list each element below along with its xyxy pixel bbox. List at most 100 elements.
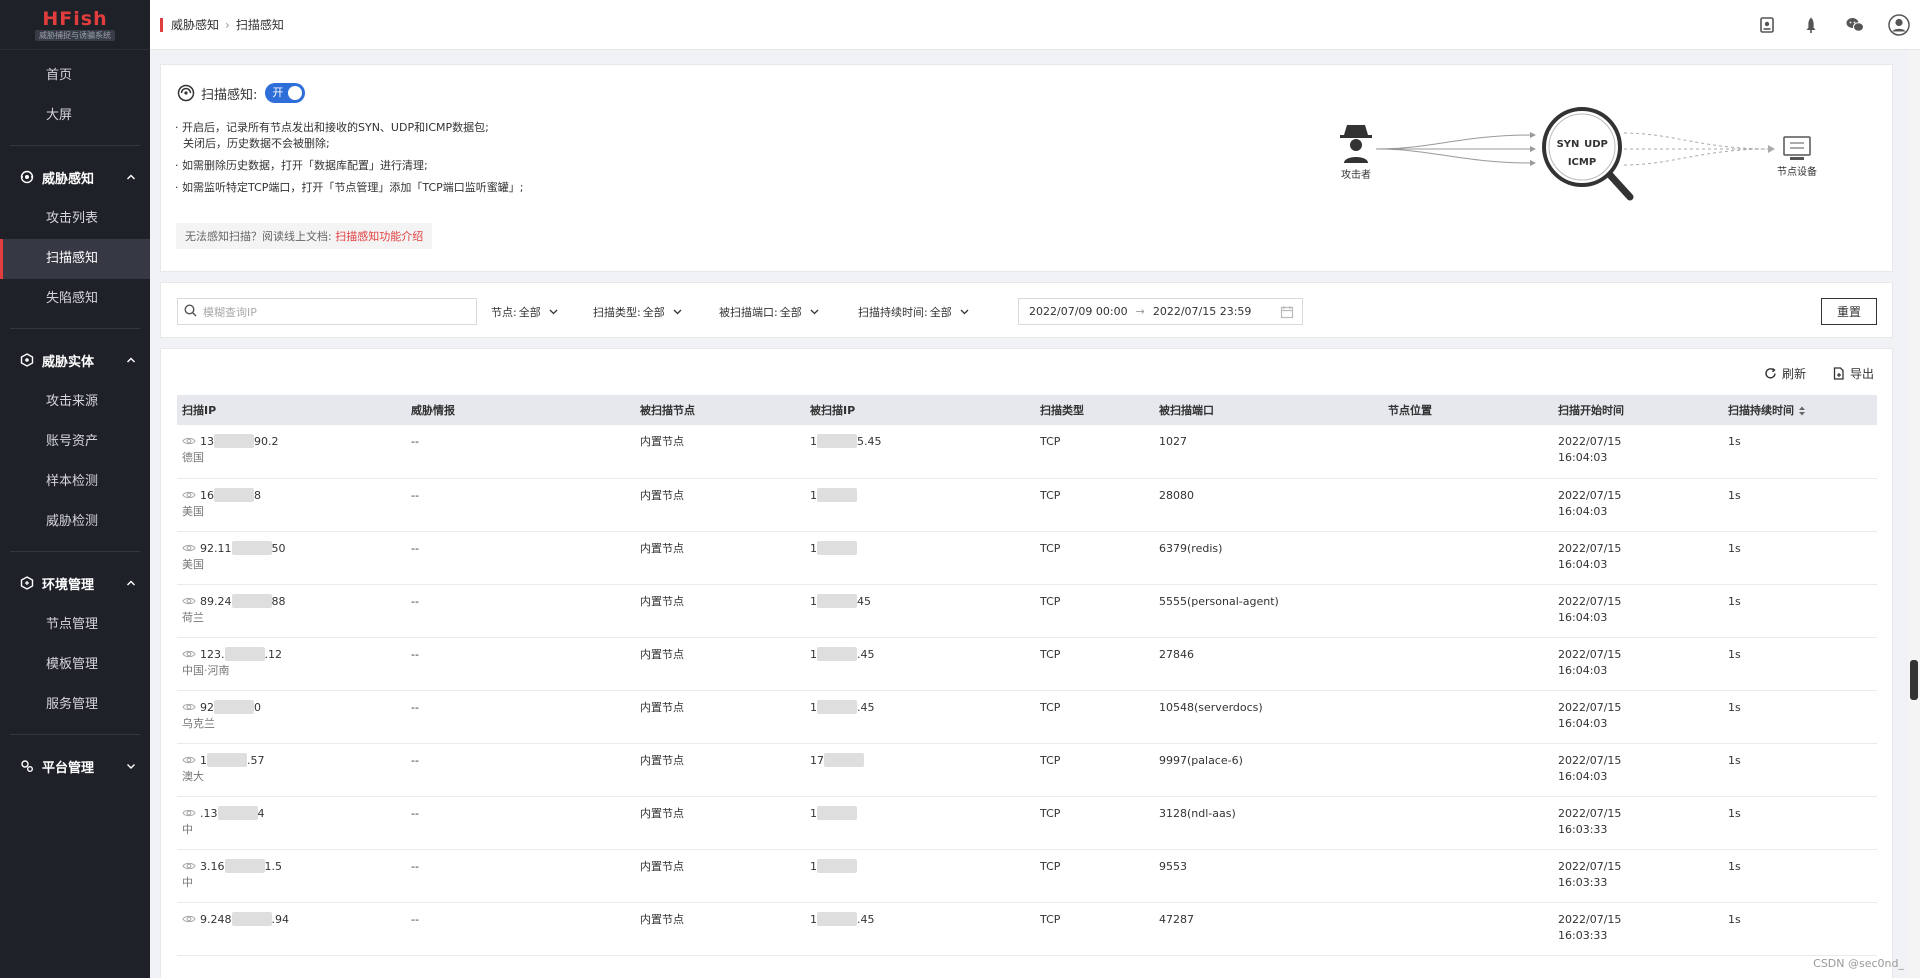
sidebar-item-threat-detection[interactable]: 威胁检测 xyxy=(0,502,150,542)
scan-ip-prefix[interactable]: 13 xyxy=(200,435,214,448)
cell-scanned-ip: 1.45 xyxy=(805,637,1035,690)
sidebar-item-bigscreen[interactable]: 大屏 xyxy=(0,96,150,136)
table-row[interactable]: 13 90.2 德国 -- 内置节点 1 5.45 TCP 1027 2022/07/15 16:0… xyxy=(177,425,1877,478)
scan-ip-prefix[interactable]: 89.24 xyxy=(200,595,232,608)
rocket-icon[interactable] xyxy=(1800,14,1822,36)
cell-threat-intel: -- xyxy=(411,541,419,555)
cell-start-time: 2022/07/15 16:03:33 xyxy=(1553,849,1723,902)
cell-scan-type: TCP xyxy=(1040,700,1061,714)
scan-ip-prefix[interactable]: 92.11 xyxy=(200,542,232,555)
scan-ip-prefix[interactable]: 123. xyxy=(200,648,225,661)
eye-icon[interactable] xyxy=(182,435,196,445)
col-threat-intel: 威胁情报 xyxy=(411,404,455,417)
scan-ip-suffix[interactable]: .57 xyxy=(247,754,265,767)
sidebar-group-environment[interactable]: 环境管理 xyxy=(0,561,150,605)
diagram-udp-label: UDP xyxy=(1584,139,1608,150)
filter-scanned-port[interactable]: 被扫描端口: 全部 xyxy=(719,298,819,325)
sidebar-item-compromise-perception[interactable]: 失陷感知 xyxy=(0,279,150,319)
document-icon[interactable] xyxy=(1756,14,1778,36)
group-label: 威胁实体 xyxy=(42,354,95,370)
scan-ip-prefix[interactable]: 92 xyxy=(200,701,214,714)
brand-name: HFish xyxy=(42,7,108,30)
eye-icon[interactable] xyxy=(182,807,196,817)
doc-tip-link[interactable]: 扫描感知功能介绍 xyxy=(335,230,423,243)
sort-icon[interactable] xyxy=(1798,406,1806,416)
table-row[interactable]: 123. .12 中国·河南 -- 内置节点 1.45 TCP 27846 2022/07/15… xyxy=(177,637,1877,690)
sidebar-group-threat-entity[interactable]: 威胁实体 xyxy=(0,338,150,382)
table-row[interactable]: 3.16 1.5 中 -- 内置节点 1 TCP 9553 2022/07/15 16:03:33… xyxy=(177,849,1877,902)
cell-node-location xyxy=(1383,637,1553,690)
table-row[interactable]: 16 8 美国 -- 内置节点 1 TCP 28080 2022/07/15 16:04:03 1s xyxy=(177,478,1877,531)
group-label: 平台管理 xyxy=(42,760,95,776)
scan-ip-suffix[interactable]: 4 xyxy=(258,807,265,820)
page-scrollbar[interactable] xyxy=(1908,50,1920,978)
filter-duration[interactable]: 扫描持续时间: 全部 xyxy=(858,298,969,325)
scan-toggle[interactable]: 开 xyxy=(265,83,306,103)
col-duration[interactable]: 扫描持续时间 xyxy=(1723,395,1877,425)
attacker-arrows xyxy=(1375,134,1533,164)
chevron-down-icon xyxy=(549,307,558,316)
breadcrumb-item-threat-perception[interactable]: 威胁感知 xyxy=(171,16,219,33)
export-button[interactable]: 导出 xyxy=(1832,365,1874,382)
table-row[interactable]: 92.11 50 美国 -- 内置节点 1 TCP 6379(redis) 2022/07/15… xyxy=(177,531,1877,584)
table-row[interactable]: 9.248.94 -- 内置节点 1.45 TCP 47287 2022/07/15 16:0… xyxy=(177,902,1877,955)
filter-node[interactable]: 节点: 全部 xyxy=(491,298,558,325)
diagram-attacker-label: 攻击者 xyxy=(1341,168,1371,181)
eye-icon[interactable] xyxy=(182,754,196,764)
sidebar-item-attack-source[interactable]: 攻击来源 xyxy=(0,382,150,422)
sidebar-item-service-management[interactable]: 服务管理 xyxy=(0,685,150,725)
scan-ip-prefix[interactable]: 3.16 xyxy=(200,860,225,873)
sidebar-item-node-management[interactable]: 节点管理 xyxy=(0,605,150,645)
eye-icon[interactable] xyxy=(182,648,196,658)
scan-ip-suffix[interactable]: 90.2 xyxy=(254,435,279,448)
scan-ip-suffix[interactable]: .12 xyxy=(265,648,283,661)
top-header: 威胁感知 › 扫描感知 xyxy=(150,0,1920,50)
scan-ip-suffix[interactable]: 88 xyxy=(272,595,286,608)
scan-ip-suffix[interactable]: 50 xyxy=(272,542,286,555)
eye-icon[interactable] xyxy=(182,489,196,499)
eye-icon[interactable] xyxy=(182,595,196,605)
sidebar-item-template-management[interactable]: 模板管理 xyxy=(0,645,150,685)
eye-icon[interactable] xyxy=(182,913,196,923)
sidebar-item-home[interactable]: 首页 xyxy=(0,56,150,96)
scrollbar-thumb[interactable] xyxy=(1910,660,1918,700)
eye-icon[interactable] xyxy=(182,542,196,552)
scan-ip-prefix[interactable]: 16 xyxy=(200,489,214,502)
scan-ip-suffix[interactable]: 8 xyxy=(254,489,261,502)
filter-scan-type[interactable]: 扫描类型: 全部 xyxy=(593,298,682,325)
cell-scanned-node: 内置节点 xyxy=(640,753,684,767)
cell-threat-intel: -- xyxy=(411,806,419,820)
cell-threat-intel: -- xyxy=(411,753,419,767)
wechat-icon[interactable] xyxy=(1844,14,1866,36)
cell-scan-type: TCP xyxy=(1040,594,1061,608)
scan-ip-suffix[interactable]: .94 xyxy=(272,913,290,926)
sidebar-item-account-assets[interactable]: 账号资产 xyxy=(0,422,150,462)
table-row[interactable]: .13 4 中 -- 内置节点 1 TCP 3128(ndl-aas) 2022/07/15 16… xyxy=(177,796,1877,849)
eye-icon[interactable] xyxy=(182,860,196,870)
chevron-up-icon xyxy=(126,355,136,365)
eye-icon[interactable] xyxy=(182,701,196,711)
sidebar-group-threat-perception[interactable]: 威胁感知 xyxy=(0,155,150,199)
sidebar-group-platform[interactable]: 平台管理 xyxy=(0,744,150,788)
scan-ip-prefix[interactable]: 1 xyxy=(200,754,207,767)
cell-duration: 1s xyxy=(1728,541,1741,555)
sidebar-item-scan-perception[interactable]: 扫描感知 xyxy=(0,239,150,279)
scan-ip-suffix[interactable]: 0 xyxy=(254,701,261,714)
search-input[interactable]: 模糊查询IP xyxy=(203,304,257,320)
cell-scan-ip: 9.248 .94 xyxy=(177,902,406,955)
date-range-picker[interactable]: 2022/07/09 00:00 → 2022/07/15 23:59 xyxy=(1018,298,1303,325)
sidebar-item-attack-list[interactable]: 攻击列表 xyxy=(0,199,150,239)
user-avatar-icon[interactable] xyxy=(1888,14,1910,36)
sidebar-item-sample-detection[interactable]: 样本检测 xyxy=(0,462,150,502)
logo[interactable]: HFish 威胁捕捉与诱骗系统 xyxy=(0,0,150,50)
search-box[interactable]: 模糊查询IP xyxy=(177,298,477,325)
table-row[interactable]: 1 .57 澳大 -- 内置节点 17 TCP 9997(palace-6) 2022/07/1… xyxy=(177,743,1877,796)
cell-duration: 1s xyxy=(1728,912,1741,926)
refresh-button[interactable]: 刷新 xyxy=(1764,365,1806,382)
table-row[interactable]: 92 0 乌克兰 -- 内置节点 1.45 TCP 10548(serverdocs) 2022… xyxy=(177,690,1877,743)
scan-ip-prefix[interactable]: 9.248 xyxy=(200,913,232,926)
scan-ip-prefix[interactable]: .13 xyxy=(200,807,218,820)
table-row[interactable]: 89.24 88 荷兰 -- 内置节点 1 45 TCP 5555(personal-agent… xyxy=(177,584,1877,637)
reset-button[interactable]: 重置 xyxy=(1821,298,1877,325)
scan-ip-suffix[interactable]: 1.5 xyxy=(265,860,283,873)
